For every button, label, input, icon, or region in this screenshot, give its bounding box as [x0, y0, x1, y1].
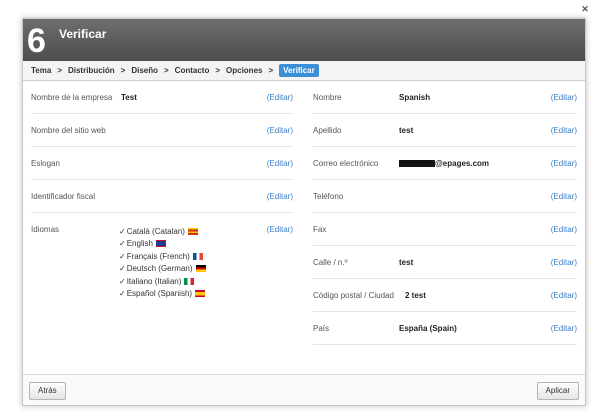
title-bar: 6 Verificar: [23, 19, 585, 61]
site-row: Nombre del sitio web (Editar): [31, 114, 293, 147]
firstname-row: Nombre Spanish (Editar): [313, 81, 577, 114]
check-icon: ✓: [119, 276, 126, 286]
dialog-title: Verificar: [59, 27, 107, 41]
country-row: País España (Spain) (Editar): [313, 312, 577, 345]
check-icon: ✓: [119, 264, 126, 274]
dialog-footer: Atrás Aplicar: [23, 374, 585, 405]
lastname-label: Apellido: [313, 126, 342, 135]
language-item: ✓ Deutsch (German): [119, 263, 206, 276]
slogan-label: Eslogan: [31, 159, 60, 168]
crumb-separator: >: [215, 66, 221, 75]
close-icon[interactable]: ✕: [579, 3, 591, 15]
languages-row: Idiomas ✓ Català (Catalan) ✓ English ✓ F…: [31, 213, 293, 305]
crumb-opciones[interactable]: Opciones: [226, 66, 262, 75]
email-value: @epages.com: [399, 159, 489, 168]
lastname-row: Apellido test (Editar): [313, 114, 577, 147]
language-name: Español (Spanish): [126, 289, 193, 299]
crumb-distribucion[interactable]: Distribución: [68, 66, 115, 75]
edit-languages-link[interactable]: (Editar): [267, 225, 293, 234]
edit-taxid-link[interactable]: (Editar): [267, 192, 293, 201]
site-label: Nombre del sitio web: [31, 126, 106, 135]
edit-email-link[interactable]: (Editar): [551, 159, 577, 168]
edit-site-link[interactable]: (Editar): [267, 126, 293, 135]
language-name: English: [126, 239, 153, 249]
slogan-row: Eslogan (Editar): [31, 147, 293, 180]
company-row: Nombre de la empresa Test (Editar): [31, 81, 293, 114]
apply-button[interactable]: Aplicar: [536, 382, 579, 400]
germany-flag-icon: [195, 265, 206, 273]
edit-street-link[interactable]: (Editar): [551, 258, 577, 267]
crumb-contacto[interactable]: Contacto: [175, 66, 210, 75]
breadcrumb: Tema > Distribución > Diseño > Contacto …: [23, 61, 585, 81]
taxid-row: Identificador fiscal (Editar): [31, 180, 293, 213]
fax-row: Fax (Editar): [313, 213, 577, 246]
language-item: ✓ Français (French): [119, 250, 206, 263]
street-value: test: [399, 258, 414, 267]
company-value: Test: [121, 93, 137, 102]
edit-slogan-link[interactable]: (Editar): [267, 159, 293, 168]
spain-flag-icon: [195, 290, 206, 298]
redaction-block: [399, 160, 435, 168]
edit-lastname-link[interactable]: (Editar): [551, 126, 577, 135]
phone-label: Teléfono: [313, 192, 344, 201]
firstname-value: Spanish: [399, 93, 431, 102]
italy-flag-icon: [184, 277, 195, 285]
lastname-value: test: [399, 126, 414, 135]
country-label: País: [313, 324, 330, 333]
edit-firstname-link[interactable]: (Editar): [551, 93, 577, 102]
street-row: Calle / n.º test (Editar): [313, 246, 577, 279]
crumb-separator: >: [57, 66, 62, 75]
fax-label: Fax: [313, 225, 327, 234]
left-column: Nombre de la empresa Test (Editar) Nombr…: [31, 81, 293, 305]
language-name: Deutsch (German): [126, 264, 193, 274]
phone-row: Teléfono (Editar): [313, 180, 577, 213]
zip-row: Código postal / Ciudad 2 test (Editar): [313, 279, 577, 312]
email-row: Correo electrónico @epages.com (Editar): [313, 147, 577, 180]
language-name: Français (French): [126, 251, 190, 261]
back-button[interactable]: Atrás: [29, 382, 66, 400]
edit-phone-link[interactable]: (Editar): [551, 192, 577, 201]
language-name: Català (Catalan): [126, 226, 185, 236]
uk-flag-icon: [155, 240, 166, 248]
language-name: Italiano (Italian): [126, 276, 182, 286]
crumb-verificar[interactable]: Verificar: [279, 64, 319, 77]
edit-zip-link[interactable]: (Editar): [551, 291, 577, 300]
country-value: España (Spain): [399, 324, 457, 333]
language-item: ✓ Español (Spanish): [119, 288, 206, 301]
edit-fax-link[interactable]: (Editar): [551, 225, 577, 234]
language-item: ✓ Català (Catalan): [119, 225, 206, 238]
zip-label: Código postal / Ciudad: [313, 291, 394, 300]
edit-company-link[interactable]: (Editar): [267, 93, 293, 102]
check-icon: ✓: [119, 289, 126, 299]
email-label: Correo electrónico: [313, 159, 379, 168]
languages-list: ✓ Català (Catalan) ✓ English ✓ Français …: [119, 225, 206, 300]
crumb-separator: >: [164, 66, 169, 75]
crumb-separator: >: [120, 66, 126, 75]
check-icon: ✓: [119, 239, 126, 249]
street-label: Calle / n.º: [313, 258, 348, 267]
crumb-tema[interactable]: Tema: [31, 66, 51, 75]
right-column: Nombre Spanish (Editar) Apellido test (E…: [313, 81, 577, 345]
step-number: 6: [27, 22, 46, 60]
company-label: Nombre de la empresa: [31, 93, 113, 102]
check-icon: ✓: [119, 251, 126, 261]
zip-value: 2 test: [405, 291, 426, 300]
crumb-diseno[interactable]: Diseño: [131, 66, 158, 75]
language-item: ✓ English: [119, 238, 206, 251]
verify-dialog: 6 Verificar Tema > Distribución > Diseño…: [22, 18, 586, 406]
languages-label: Idiomas: [31, 225, 60, 234]
check-icon: ✓: [119, 226, 126, 236]
crumb-separator: >: [268, 66, 274, 75]
taxid-label: Identificador fiscal: [31, 192, 96, 201]
firstname-label: Nombre: [313, 93, 342, 102]
language-item: ✓ Italiano (Italian): [119, 275, 206, 288]
france-flag-icon: [192, 252, 203, 260]
edit-country-link[interactable]: (Editar): [551, 324, 577, 333]
catalan-flag-icon: [187, 227, 198, 235]
